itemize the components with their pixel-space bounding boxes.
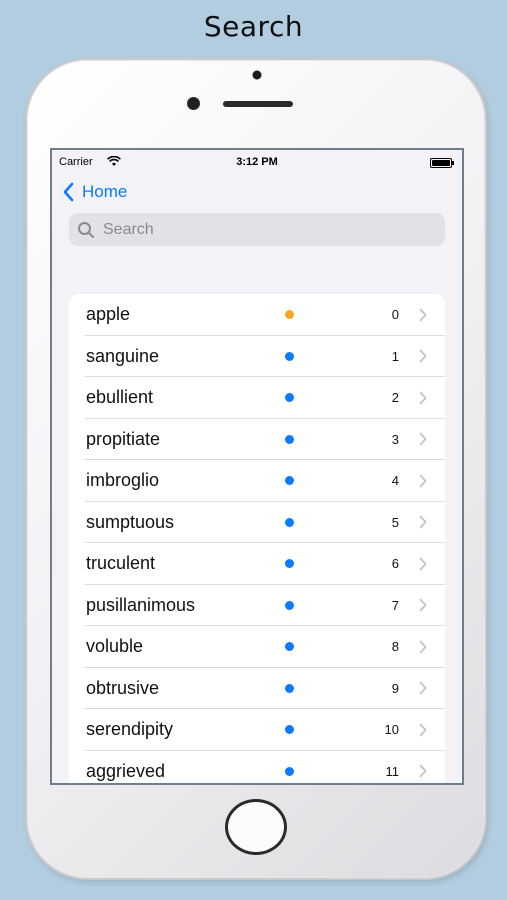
word-count: 4 <box>391 473 399 489</box>
word-count: 6 <box>391 556 399 572</box>
search-bar[interactable] <box>69 213 445 246</box>
list-item[interactable]: pusillanimous 7 <box>69 585 445 626</box>
status-dot-icon <box>285 600 294 610</box>
word-count: 10 <box>384 722 399 738</box>
word-count: 11 <box>385 763 400 779</box>
chevron-right-icon <box>419 598 427 612</box>
back-button[interactable]: Home <box>60 180 127 204</box>
list-item[interactable]: ebullient 2 <box>69 377 445 419</box>
word-label: imbroglio <box>86 470 160 491</box>
chevron-right-icon <box>419 640 427 654</box>
battery-icon <box>430 158 454 168</box>
word-label: sumptuous <box>86 511 175 532</box>
status-dot-icon <box>285 517 294 527</box>
status-bar: Carrier 3:12 PM <box>52 156 462 170</box>
list-item[interactable]: apple 0 <box>69 294 445 336</box>
word-label: serendipity <box>86 719 174 740</box>
status-dot-icon <box>285 476 294 486</box>
status-dot-icon <box>285 683 294 693</box>
status-dot-icon <box>285 559 294 569</box>
chevron-right-icon <box>419 515 427 529</box>
clock: 3:12 PM <box>236 156 278 168</box>
list-item[interactable]: propitiate 3 <box>69 419 445 460</box>
earpiece-speaker <box>223 101 293 107</box>
status-dot-icon <box>285 434 294 444</box>
back-button-label: Home <box>82 182 128 201</box>
screenshot-caption: Search <box>203 10 304 43</box>
chevron-right-icon <box>419 474 427 488</box>
word-label: pusillanimous <box>86 594 196 615</box>
chevron-right-icon <box>419 349 427 363</box>
word-count: 5 <box>391 514 399 530</box>
word-count: 8 <box>391 639 399 655</box>
word-count: 3 <box>391 431 399 447</box>
status-dot-icon <box>285 310 294 320</box>
list-item[interactable]: aggrieved 11 <box>69 751 445 784</box>
status-dot-icon <box>285 642 294 652</box>
list-item[interactable]: imbroglio 4 <box>69 460 445 502</box>
word-label: aggrieved <box>86 760 166 781</box>
home-button[interactable] <box>225 799 287 855</box>
word-label: propitiate <box>86 428 161 449</box>
search-input[interactable] <box>101 219 425 240</box>
chevron-right-icon <box>419 681 427 695</box>
status-dot-icon <box>285 351 294 361</box>
word-list: apple 0 sanguine 1 ebullient 2 propitiate 3 imbr… <box>69 294 445 784</box>
list-item[interactable]: sumptuous 5 <box>69 502 445 543</box>
word-count: 0 <box>391 307 399 323</box>
search-icon <box>78 221 94 238</box>
chevron-left-icon <box>63 182 74 202</box>
status-dot-icon <box>285 393 294 403</box>
word-label: sanguine <box>86 345 160 366</box>
phone-screen: Carrier 3:12 PM Home apple 0 sanguine 1 ebul… <box>50 148 464 785</box>
list-item[interactable]: obtrusive 9 <box>69 668 445 709</box>
chevron-right-icon <box>419 432 427 446</box>
status-dot-icon <box>285 766 294 776</box>
chevron-right-icon <box>419 391 427 405</box>
chevron-right-icon <box>419 557 427 571</box>
list-item[interactable]: voluble 8 <box>69 626 445 668</box>
status-dot-icon <box>285 725 294 735</box>
list-item[interactable]: serendipity 10 <box>69 709 445 751</box>
word-count: 1 <box>391 348 399 364</box>
word-count: 9 <box>391 680 399 696</box>
list-item[interactable]: sanguine 1 <box>69 336 445 377</box>
chevron-right-icon <box>419 308 427 322</box>
list-item[interactable]: truculent 6 <box>69 543 445 585</box>
word-label: voluble <box>86 636 144 657</box>
proximity-sensor <box>252 70 262 80</box>
word-count: 7 <box>391 597 399 613</box>
front-camera <box>187 97 200 110</box>
word-count: 2 <box>391 390 399 406</box>
word-label: truculent <box>86 553 156 574</box>
word-label: apple <box>86 304 131 325</box>
chevron-right-icon <box>419 723 427 737</box>
word-label: ebullient <box>86 387 154 408</box>
chevron-right-icon <box>419 764 427 778</box>
word-label: obtrusive <box>86 677 160 698</box>
